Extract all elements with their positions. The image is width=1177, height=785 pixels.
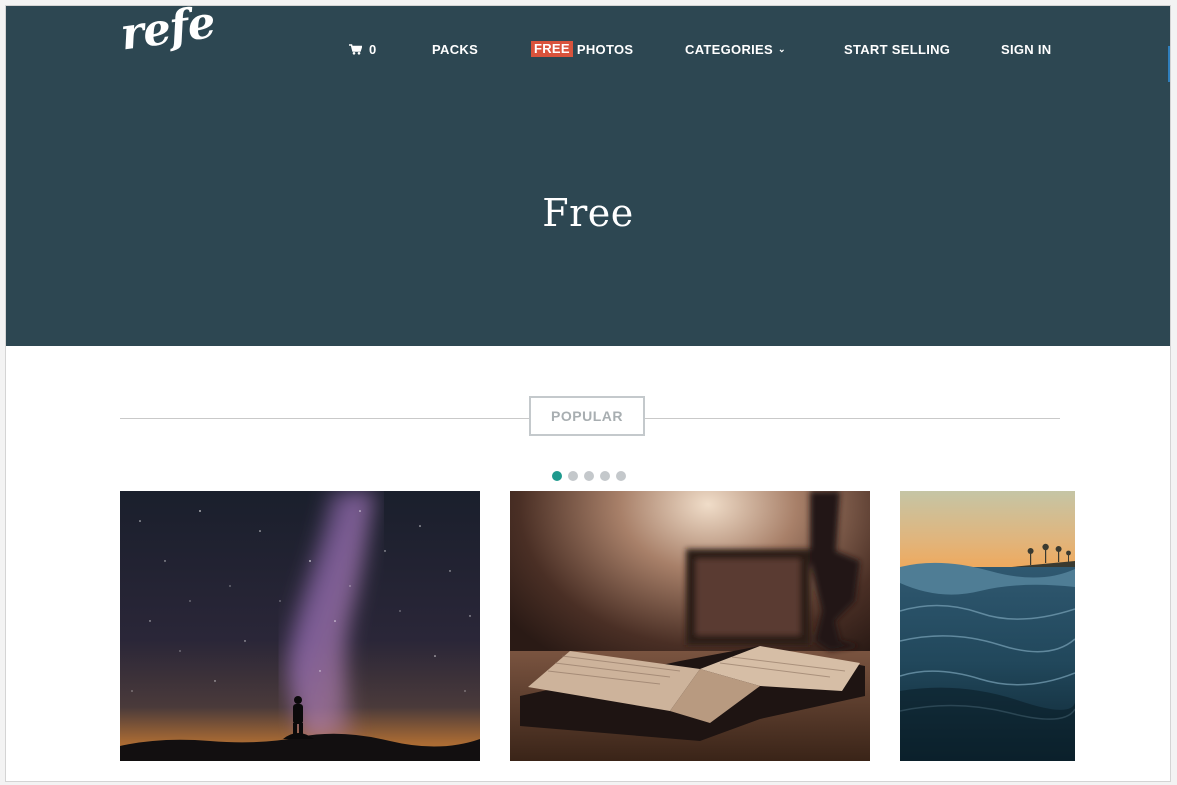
nav-free-photos[interactable]: FREE PHOTOS (531, 40, 633, 58)
carousel-dots (552, 471, 626, 481)
carousel-dot[interactable] (568, 471, 578, 481)
nav-categories-label: CATEGORIES (685, 41, 773, 57)
cart-icon (349, 43, 362, 55)
free-badge: FREE (531, 41, 573, 57)
carousel-dot[interactable] (552, 471, 562, 481)
photo-milky-way[interactable] (120, 491, 480, 761)
nav-photos-label: PHOTOS (576, 41, 634, 57)
browser-viewport: refe 0 PACKS FREE PHOTOS CATEGORIES ⌄ ST… (6, 6, 1170, 781)
carousel-dot[interactable] (600, 471, 610, 481)
nav-start-selling[interactable]: START SELLING (844, 40, 950, 58)
photo-ocean-wave[interactable] (900, 491, 1075, 761)
chevron-down-icon: ⌄ (778, 44, 786, 54)
page-title: Free (542, 191, 634, 236)
cart-count: 0 (369, 41, 377, 57)
nav-sign-in[interactable]: SIGN IN (1001, 40, 1052, 58)
cart-link[interactable]: 0 (349, 40, 377, 58)
side-feedback-tab[interactable] (1168, 46, 1170, 82)
main-nav: 0 PACKS FREE PHOTOS CATEGORIES ⌄ START S… (6, 40, 1170, 58)
carousel-dot[interactable] (584, 471, 594, 481)
nav-categories[interactable]: CATEGORIES ⌄ (685, 40, 786, 58)
nav-packs[interactable]: PACKS (432, 40, 478, 58)
photo-open-book[interactable] (510, 491, 870, 761)
popular-heading[interactable]: POPULAR (529, 396, 645, 436)
carousel-dot[interactable] (616, 471, 626, 481)
hero-banner: refe 0 PACKS FREE PHOTOS CATEGORIES ⌄ ST… (6, 6, 1170, 346)
